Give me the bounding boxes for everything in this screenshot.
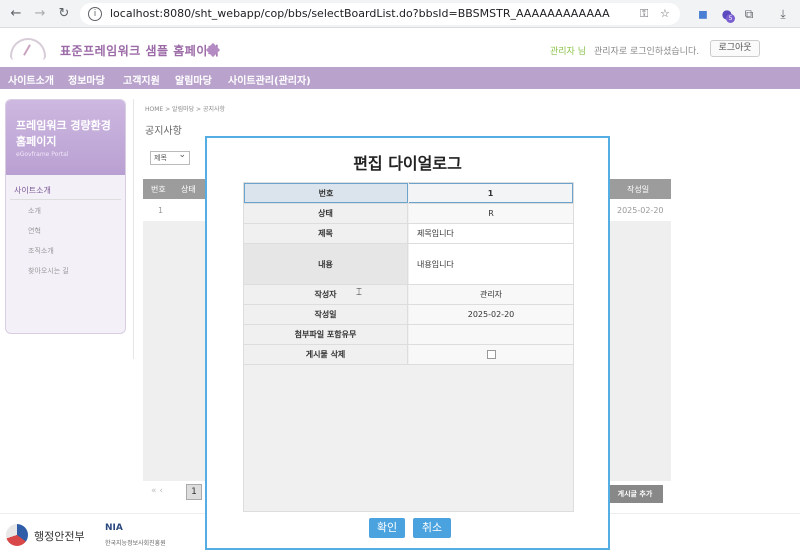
column-header-date: 작성일 <box>627 185 650 194</box>
dialog-title: 편집 다이얼로그 <box>353 154 462 173</box>
form-row-author: 작성자 관리자 <box>244 285 573 305</box>
mois-logo-icon <box>6 524 28 546</box>
delete-checkbox[interactable] <box>486 350 496 359</box>
form-row-status: 상태 R <box>244 204 573 224</box>
field-label: 첨부파일 포함유무 <box>244 325 408 344</box>
edit-dialog: 편집 다이얼로그 번호 1 상태 R 제목 제목입니다 내용 내용입니다 작성자… <box>205 136 610 550</box>
menu-item-support[interactable]: 고객지원 <box>123 72 160 87</box>
mois-name: 행정안전부 <box>34 530 85 543</box>
menu-item-admin[interactable]: 사이트관리(관리자) <box>228 72 311 87</box>
sidebar-item-directions[interactable]: 찾아오시는 길 <box>10 266 121 276</box>
page-number-current[interactable]: 1 <box>186 484 202 500</box>
text-cursor-icon: ⌶ <box>356 287 362 298</box>
form-row-date: 작성일 2025-02-20 <box>244 305 573 325</box>
browser-toolbar: ← → ↻ i localhost:8080/sht_webapp/cop/bb… <box>0 0 800 28</box>
reload-icon[interactable]: ↻ <box>56 6 72 22</box>
column-header-no: 번호 <box>151 185 166 194</box>
sidebar-item-about[interactable]: 소개 <box>10 206 121 216</box>
field-label: 작성자 <box>244 285 408 304</box>
form-row-number: 번호 1 <box>244 183 573 204</box>
menu-item-notice[interactable]: 알림마당 <box>175 72 212 87</box>
breadcrumb: HOME > 알림마당 > 공지사항 <box>145 106 226 113</box>
forward-arrow-icon[interactable]: → <box>32 6 48 22</box>
confirm-button[interactable]: 확인 <box>369 518 405 538</box>
main-menu: 사이트소개 정보마당 고객지원 알림마당 사이트관리(관리자) <box>0 67 800 89</box>
row-no: 1 <box>158 206 164 215</box>
edit-form: 번호 1 상태 R 제목 제목입니다 내용 내용입니다 작성자 관리자 작성일 … <box>243 182 574 512</box>
extension-icon[interactable]: ◼ <box>694 5 712 23</box>
site-header: 표준프레임워크 샘플 홈페이지 관리자 님 관리자로 로그인하셨습니다. 로그아… <box>0 29 800 67</box>
content-divider <box>133 99 134 359</box>
field-label: 상태 <box>244 204 408 223</box>
cancel-button[interactable]: 취소 <box>413 518 451 538</box>
status-field[interactable]: R <box>409 204 573 223</box>
author-field[interactable]: 관리자 <box>409 285 573 304</box>
menu-item-info[interactable]: 정보마당 <box>68 72 105 87</box>
number-field[interactable]: 1 <box>409 183 573 203</box>
site-info-icon[interactable]: i <box>88 7 102 21</box>
search-condition-select[interactable]: 제목 <box>150 149 190 165</box>
field-label: 게시물 삭제 <box>244 345 408 364</box>
address-url[interactable]: localhost:8080/sht_webapp/cop/bbs/select… <box>110 7 610 20</box>
sidebar-banner: 프레임워크 경량환경 홈페이지 eGovframe Portal <box>6 100 125 175</box>
nia-logo: NIA <box>105 523 123 533</box>
bookmark-star-icon[interactable]: ☆ <box>660 7 670 20</box>
sidebar-section-intro[interactable]: 사이트소개 <box>10 182 121 200</box>
password-key-icon[interactable]: ⚿ <box>640 7 648 21</box>
logout-button[interactable]: 로그아웃 <box>710 40 760 57</box>
date-field[interactable]: 2025-02-20 <box>409 305 573 324</box>
content-textarea[interactable]: 내용입니다 <box>409 244 573 284</box>
add-post-button[interactable]: 게시글 추가 <box>607 485 663 503</box>
delete-cell <box>409 345 573 364</box>
extension-badge: 5 <box>726 14 735 23</box>
page-title: 공지사항 <box>145 126 182 137</box>
extensions-puzzle-icon[interactable]: ⧉ <box>740 5 758 23</box>
site-logo-icon[interactable] <box>10 38 46 60</box>
login-message: 관리자로 로그인하셨습니다. <box>594 47 700 57</box>
sidebar-item-organization[interactable]: 조직소개 <box>10 246 121 256</box>
menu-item-intro[interactable]: 사이트소개 <box>8 72 54 87</box>
field-label: 번호 <box>244 183 408 203</box>
sidebar-item-history[interactable]: 연혁 <box>10 226 121 236</box>
field-label: 작성일 <box>244 305 408 324</box>
field-label: 제목 <box>244 224 408 243</box>
subject-input[interactable]: 제목입니다 <box>409 224 573 243</box>
pager-prev-icon[interactable]: « ‹ <box>151 486 163 496</box>
field-label: 내용 <box>244 244 408 284</box>
form-row-subject: 제목 제목입니다 <box>244 224 573 244</box>
form-row-delete: 게시물 삭제 <box>244 345 573 365</box>
column-header-status: 상태 <box>181 185 196 194</box>
left-sidebar: 프레임워크 경량환경 홈페이지 eGovframe Portal 사이트소개 소… <box>5 99 126 334</box>
nia-subtitle: 한국지능정보사회진흥원 <box>105 540 166 547</box>
sidebar-subtitle: eGovframe Portal <box>16 151 69 158</box>
sidebar-title: 프레임워크 경량환경 홈페이지 <box>16 119 111 148</box>
back-arrow-icon[interactable]: ← <box>8 6 24 22</box>
row-date: 2025-02-20 <box>617 206 664 215</box>
attachment-field <box>409 325 573 344</box>
user-name: 관리자 님 <box>550 47 586 57</box>
form-row-attachment: 첨부파일 포함유무 <box>244 325 573 345</box>
address-bar[interactable]: i localhost:8080/sht_webapp/cop/bbs/sele… <box>80 3 680 25</box>
site-title[interactable]: 표준프레임워크 샘플 홈페이지 <box>60 42 219 59</box>
form-row-content: 내용 내용입니다 <box>244 244 573 285</box>
download-icon[interactable]: ⤓ <box>774 5 792 23</box>
